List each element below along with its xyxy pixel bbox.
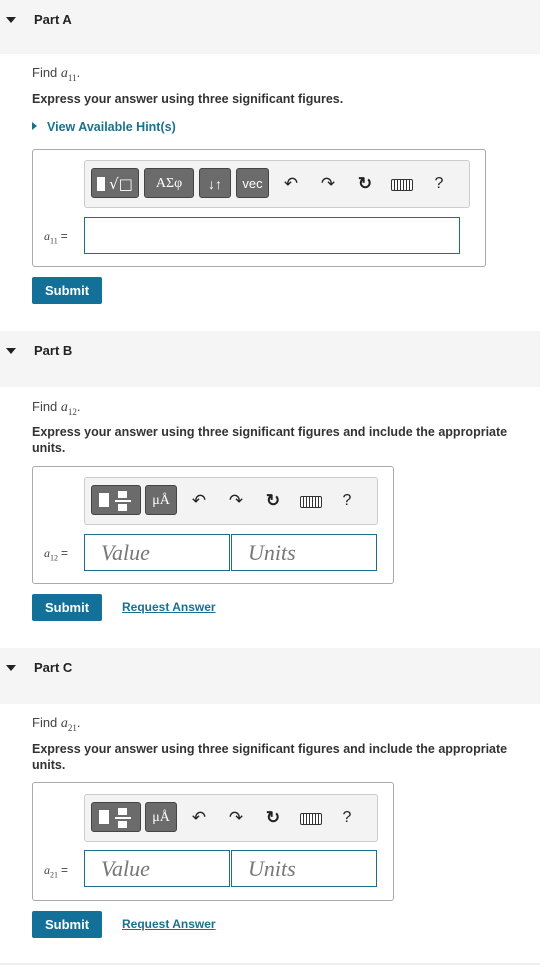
part-title: Part B: [34, 343, 73, 358]
submit-button[interactable]: Submit: [32, 911, 102, 938]
divider: [0, 963, 540, 965]
keyboard-icon[interactable]: [300, 491, 322, 511]
find-prompt: Find a11.: [32, 65, 81, 83]
part-c-header[interactable]: Part C: [0, 648, 540, 704]
keyboard-icon[interactable]: [391, 174, 413, 194]
units-input[interactable]: Units: [231, 534, 377, 571]
view-hints-link[interactable]: View Available Hint(s): [32, 120, 176, 134]
math-toolbar: √□ ΑΣφ ↓↑ vec ↶ ↷ ↻ ?: [84, 160, 470, 208]
undo-icon[interactable]: ↶: [189, 491, 209, 511]
collapse-caret-icon[interactable]: [6, 17, 16, 23]
part-title: Part A: [34, 12, 72, 27]
units-toolbar: μÅ ↶ ↷ ↻ ?: [84, 794, 378, 842]
help-icon[interactable]: ?: [429, 174, 449, 194]
answer-box-c: μÅ ↶ ↷ ↻ ? a21 = Value Units: [32, 782, 394, 901]
templates-button[interactable]: √□: [91, 168, 139, 198]
value-input[interactable]: Value: [84, 850, 230, 887]
templates-button[interactable]: [91, 802, 141, 832]
answer-input[interactable]: [84, 217, 460, 254]
instruction-text: Express your answer using three signific…: [32, 92, 344, 106]
answer-box-a: √□ ΑΣφ ↓↑ vec ↶ ↷ ↻ ? a11 =: [32, 149, 486, 267]
find-prompt: Find a21.: [32, 715, 81, 733]
answer-label: a21 =: [44, 863, 69, 880]
help-icon[interactable]: ?: [337, 808, 357, 828]
units-symbols-button[interactable]: μÅ: [145, 485, 177, 515]
arrows-button[interactable]: ↓↑: [199, 168, 231, 198]
templates-button[interactable]: [91, 485, 141, 515]
greek-symbols-button[interactable]: ΑΣφ: [144, 168, 194, 198]
undo-icon[interactable]: ↶: [281, 174, 301, 194]
undo-icon[interactable]: ↶: [189, 808, 209, 828]
units-symbols-button[interactable]: μÅ: [145, 802, 177, 832]
part-a-header[interactable]: Part A: [0, 0, 540, 54]
expand-triangle-icon: [32, 122, 37, 130]
redo-icon[interactable]: ↷: [226, 808, 246, 828]
redo-icon[interactable]: ↷: [226, 491, 246, 511]
instruction-text: Express your answer using three signific…: [32, 425, 508, 455]
answer-label: a12 =: [44, 546, 69, 563]
answer-label: a11 =: [44, 229, 68, 246]
units-toolbar: μÅ ↶ ↷ ↻ ?: [84, 477, 378, 525]
help-icon[interactable]: ?: [337, 491, 357, 511]
value-input[interactable]: Value: [84, 534, 230, 571]
part-title: Part C: [34, 660, 73, 675]
redo-icon[interactable]: ↷: [318, 174, 338, 194]
units-input[interactable]: Units: [231, 850, 377, 887]
collapse-caret-icon[interactable]: [6, 348, 16, 354]
instruction-text: Express your answer using three signific…: [32, 742, 508, 772]
reset-icon[interactable]: ↻: [263, 808, 283, 828]
reset-icon[interactable]: ↻: [355, 174, 375, 194]
submit-button[interactable]: Submit: [32, 594, 102, 621]
answer-box-b: μÅ ↶ ↷ ↻ ? a12 = Value Units: [32, 466, 394, 584]
submit-button[interactable]: Submit: [32, 277, 102, 304]
reset-icon[interactable]: ↻: [263, 491, 283, 511]
collapse-caret-icon[interactable]: [6, 665, 16, 671]
find-prompt: Find a12.: [32, 399, 81, 417]
keyboard-icon[interactable]: [300, 808, 322, 828]
request-answer-link[interactable]: Request Answer: [122, 917, 216, 931]
part-b-header[interactable]: Part B: [0, 331, 540, 387]
vector-button[interactable]: vec: [236, 168, 269, 198]
request-answer-link[interactable]: Request Answer: [122, 600, 216, 614]
